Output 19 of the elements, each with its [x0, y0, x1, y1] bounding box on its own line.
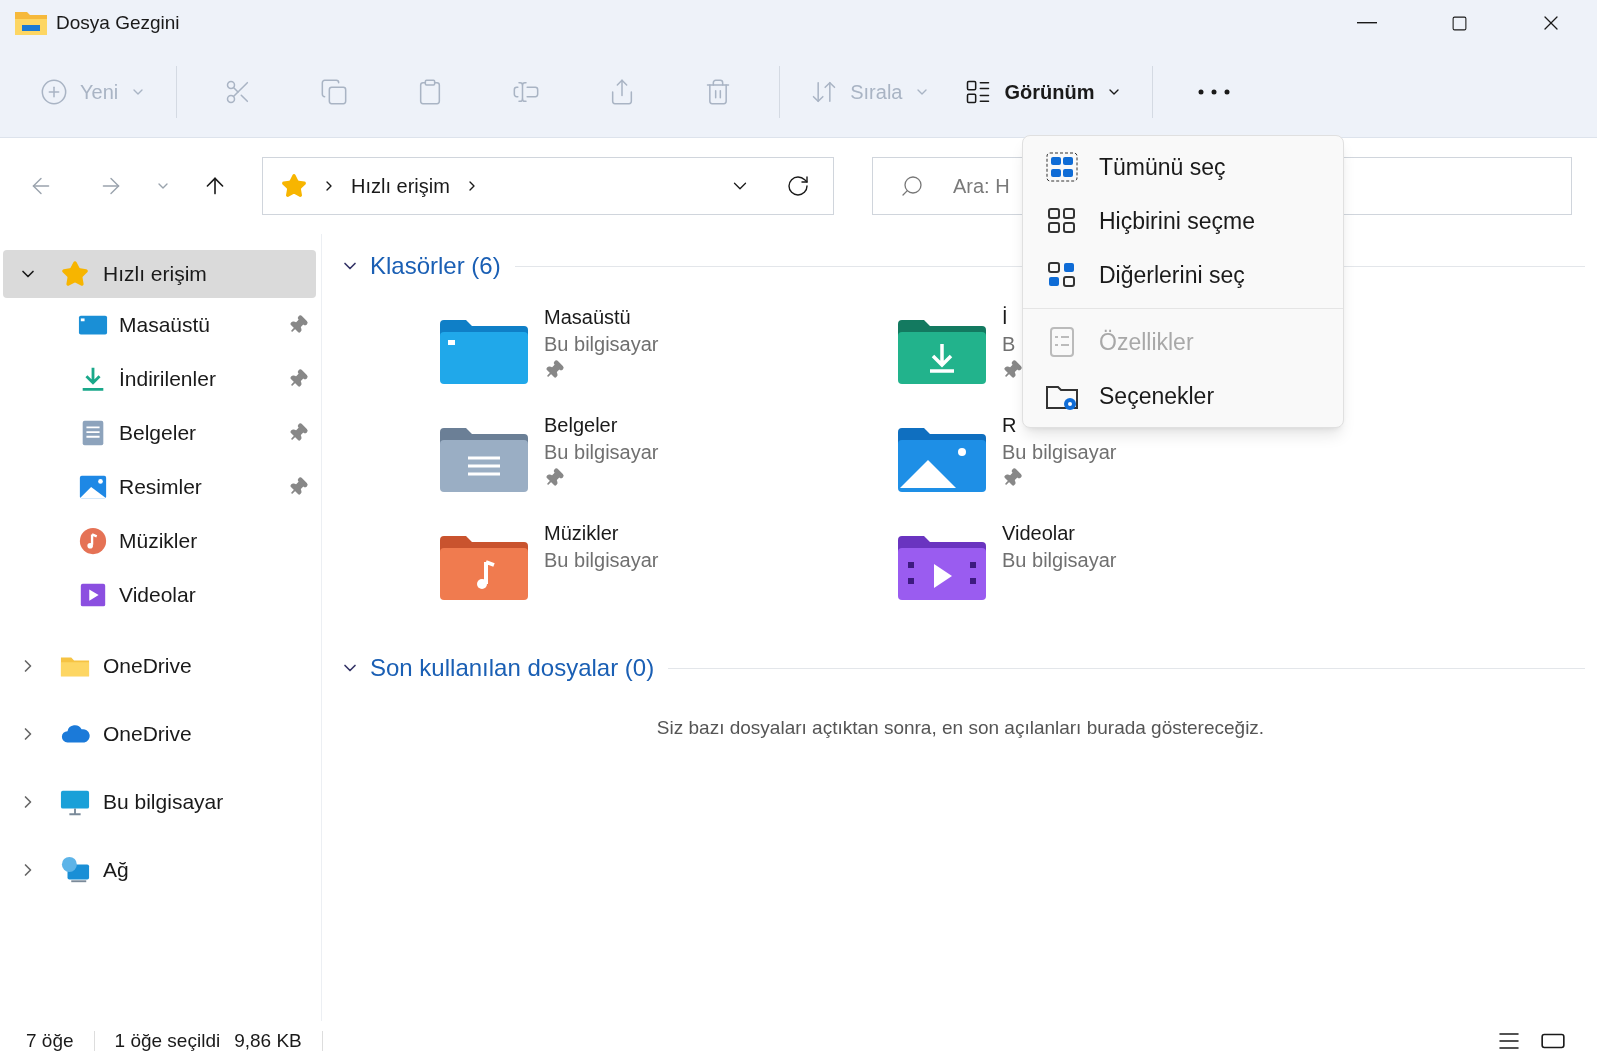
folder-location: Bu bilgisayar [1002, 548, 1117, 573]
folder-name: R [1002, 413, 1018, 438]
section-title: Son kullanılan dosyalar (0) [370, 653, 655, 683]
folder-name: İ [1002, 305, 1009, 330]
folder-location: Bu bilgisayar [1002, 440, 1117, 465]
folder-location: Bu bilgisayar [544, 332, 659, 357]
selection-size: 9,86 KB [234, 1028, 302, 1053]
folder-name: Masaüstü [544, 305, 632, 330]
folder-location: B [1002, 332, 1017, 357]
selection-count: 1 öğe seçildi [114, 1028, 221, 1053]
empty-message: Siz bazı dosyaları açtıktan sonra, en son açılanları burada göstereceğiz. [655, 716, 1266, 740]
folder-location: Bu bilgisayar [544, 440, 659, 465]
folder-location: Bu bilgisayar [544, 548, 659, 573]
folder-name: Belgeler [544, 413, 619, 438]
window-title: Dosya Gezgini [56, 10, 180, 35]
item-count: 7 öğe [26, 1028, 74, 1053]
folder-name: Müzikler [544, 521, 620, 546]
section-title: Klasörler (6) [370, 251, 501, 281]
folder-name: Videolar [1002, 521, 1077, 546]
